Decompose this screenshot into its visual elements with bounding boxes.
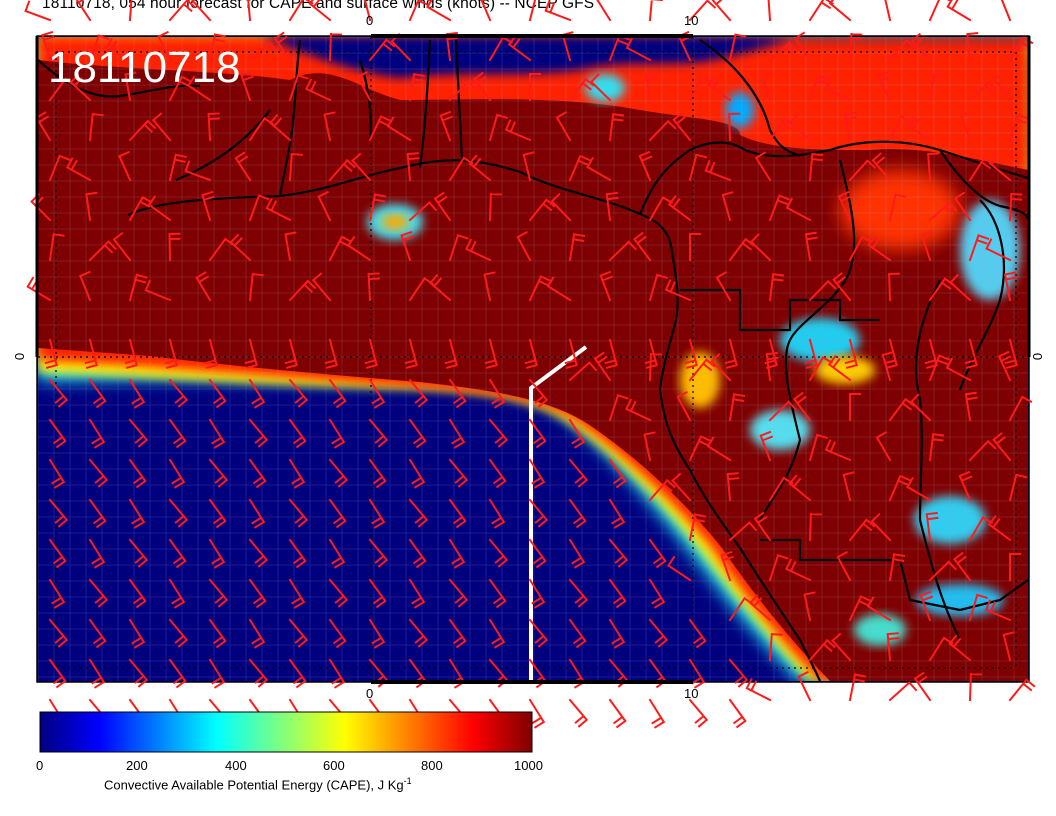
wind-barb [128, 0, 133, 22]
wind-barb [480, 0, 492, 22]
colorbar-label: Convective Available Potential Energy (C… [104, 776, 412, 792]
wind-barb [688, 698, 709, 728]
wind-barb [191, 0, 212, 22]
wind-barb [888, 681, 918, 702]
wind-barb [608, 698, 627, 729]
date-stamp: 18110718 [48, 43, 241, 92]
wind-barb [711, 0, 732, 22]
lon-label-bottom-10: 10 [684, 686, 699, 701]
cbar-tick-800: 800 [421, 758, 443, 773]
wind-barb [1008, 678, 1036, 702]
colorbar-label-text: Convective Available Potential Energy (C… [104, 777, 404, 793]
wind-barb [884, 0, 892, 22]
wind-barb [1000, 0, 1012, 22]
wind-barb [426, 0, 452, 22]
lat-label-left: 0 [12, 352, 28, 361]
colorbar [39, 711, 533, 753]
lat-label-right: 0 [1030, 352, 1046, 361]
wind-barb [767, 0, 772, 22]
cape-map: 18110718 [24, 0, 1036, 753]
wind-barb [24, 0, 52, 22]
wind-barb [168, 0, 197, 22]
wind-barb [728, 698, 747, 729]
wind-barb [544, 0, 572, 22]
cbar-tick-400: 400 [225, 758, 247, 773]
wind-barb [648, 0, 663, 22]
cbar-tick-200: 200 [126, 758, 148, 773]
cbar-tick-1000: 1000 [514, 758, 543, 773]
wind-barb [75, 0, 92, 22]
wind-barb [528, 0, 537, 22]
wind-barb [568, 698, 589, 728]
lon-label-bottom-0: 0 [366, 686, 374, 701]
cbar-tick-600: 600 [323, 758, 345, 773]
wind-barb [247, 0, 252, 22]
lon-label-top-0: 0 [366, 13, 374, 28]
wind-barb [596, 0, 612, 22]
colorbar-label-sup: -1 [403, 776, 412, 786]
wind-barb [408, 0, 431, 22]
wind-barb [946, 0, 972, 22]
wind-barb [288, 0, 314, 22]
cbar-tick-0: 0 [36, 758, 44, 773]
lon-label-top-10: 10 [684, 13, 699, 28]
wind-barb [648, 698, 666, 729]
wind-barb [928, 0, 951, 22]
